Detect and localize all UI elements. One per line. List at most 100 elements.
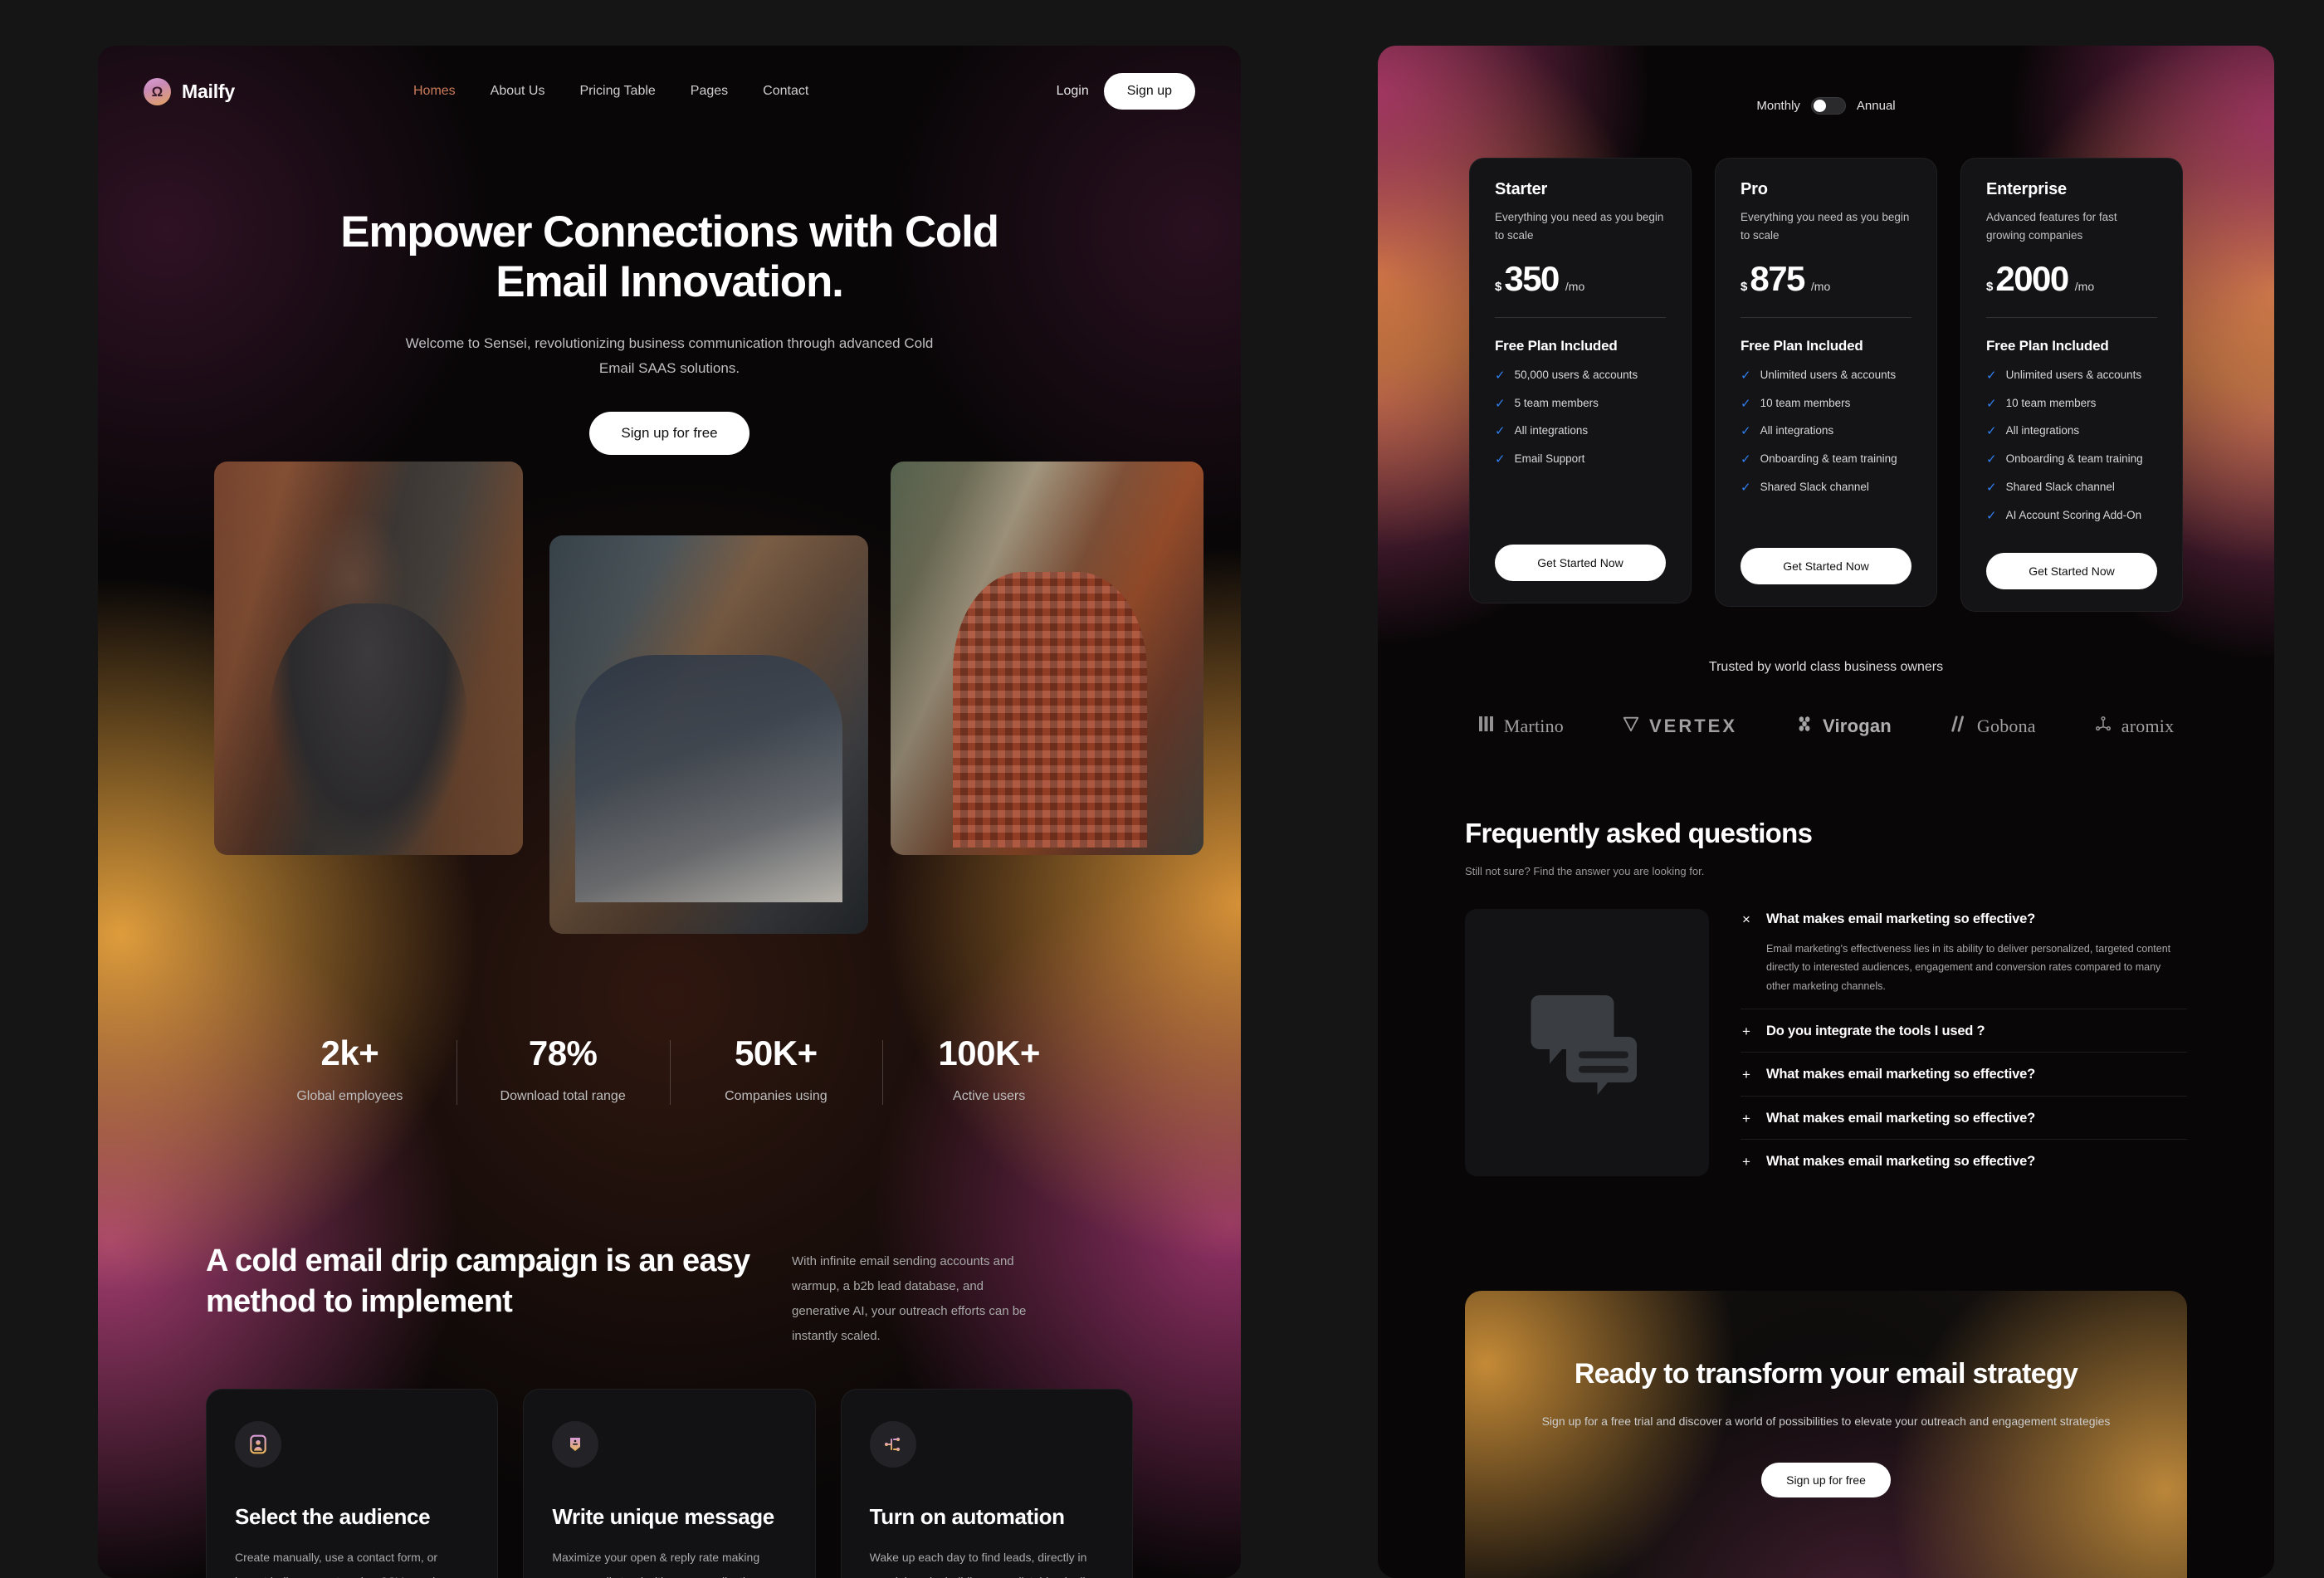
trusted-by-section: Trusted by world class business owners M… — [1378, 660, 2274, 737]
price-amount: 350 — [1504, 258, 1560, 298]
feature-card-write-message[interactable]: Write unique message Maximize your open … — [523, 1389, 816, 1578]
plan-feature: ✓ AI Account Scoring Add-On — [1986, 509, 2157, 523]
faq-question-row[interactable]: × What makes email marketing so effectiv… — [1741, 911, 2187, 928]
nav-actions: Login Sign up — [1057, 73, 1195, 110]
hero-signup-free-button[interactable]: Sign up for free — [589, 412, 749, 456]
price-period: /mo — [1810, 279, 1831, 293]
landing-page-panel: Ω Mailfy Homes About Us Pricing Table Pa… — [98, 46, 1241, 1578]
plan-name: Pro — [1741, 180, 1768, 198]
nav-item-pages[interactable]: Pages — [691, 84, 728, 99]
faq-question-label: What makes email marketing so effective? — [1766, 1067, 2035, 1082]
logo-aromix: aromix — [2094, 715, 2175, 737]
plan-spacer — [1741, 495, 1911, 523]
check-icon: ✓ — [1986, 509, 1997, 524]
plan-price: $ 2000 /mo — [1986, 261, 2157, 296]
check-icon: ✓ — [1741, 396, 1751, 411]
signup-button[interactable]: Sign up — [1103, 73, 1195, 110]
stat-value: 2k+ — [320, 1033, 379, 1072]
user-card-icon — [235, 1421, 281, 1468]
faq-question-label: What makes email marketing so effective? — [1766, 911, 2035, 926]
check-icon: ✓ — [1986, 396, 1997, 411]
billing-monthly-label[interactable]: Monthly — [1756, 99, 1800, 113]
faq-item: + Do you integrate the tools I used ? — [1741, 1009, 2187, 1053]
toggle-knob — [1813, 100, 1826, 112]
plan-feature-label: Shared Slack channel — [2005, 481, 2115, 494]
faq-item: + What makes email marketing so effectiv… — [1741, 1097, 2187, 1141]
stat-label: Global employees — [296, 1089, 403, 1103]
logo-martino: Martino — [1478, 715, 1564, 737]
faq-subtitle: Still not sure? Find the answer you are … — [1465, 865, 1705, 877]
nav-item-about-us[interactable]: About Us — [491, 84, 545, 99]
drip-campaign-section: A cold email drip campaign is an easy me… — [98, 1241, 1241, 1349]
cta-signup-free-button[interactable]: Sign up for free — [1761, 1463, 1891, 1498]
login-link[interactable]: Login — [1057, 84, 1089, 99]
site-navbar: Ω Mailfy Homes About Us Pricing Table Pa… — [98, 46, 1241, 137]
page-root: Ω Mailfy Homes About Us Pricing Table Pa… — [0, 0, 2324, 1578]
plan-description: Everything you need as you begin to scal… — [1741, 211, 1910, 242]
plan-name: Enterprise — [1986, 180, 2067, 198]
plan-feature-label: Onboarding & team training — [2005, 452, 2143, 466]
billing-toggle[interactable] — [1810, 97, 1846, 115]
question-chat-bubbles-icon — [1521, 975, 1653, 1111]
stat-value: 50K+ — [735, 1033, 818, 1072]
check-icon: ✓ — [1741, 424, 1751, 439]
get-started-button[interactable]: Get Started Now — [1495, 545, 1666, 582]
cta-banner: Ready to transform your email strategy S… — [1465, 1291, 2187, 1578]
plan-feature: ✓ 50,000 users & accounts — [1495, 369, 1666, 383]
faq-illustration — [1465, 909, 1709, 1176]
plan-feature: ✓ All integrations — [1986, 424, 2157, 438]
omega-logo-icon: Ω — [144, 77, 171, 105]
get-started-button[interactable]: Get Started Now — [1986, 552, 2157, 589]
faq-question-label: What makes email marketing so effective? — [1766, 1154, 2035, 1170]
get-started-button[interactable]: Get Started Now — [1741, 548, 1911, 585]
feature-card-title: Turn on automation — [869, 1504, 1065, 1529]
nav-item-pricing-table[interactable]: Pricing Table — [579, 84, 655, 99]
plan-feature: ✓ All integrations — [1741, 424, 1911, 438]
plan-feature-label: AI Account Scoring Add-On — [2005, 509, 2142, 522]
currency-symbol: $ — [1495, 279, 1502, 294]
logo-vertex: VERTEX — [1622, 715, 1737, 737]
price-amount: 875 — [1750, 258, 1805, 298]
billing-period-switcher: Monthly Annual — [1378, 97, 2274, 115]
logo-label: Gobona — [1976, 715, 2036, 736]
faq-question-row[interactable]: + What makes email marketing so effectiv… — [1741, 1067, 2187, 1083]
plan-feature: ✓ All integrations — [1495, 424, 1666, 438]
faq-question-row[interactable]: + What makes email marketing so effectiv… — [1741, 1154, 2187, 1170]
plan-card-enterprise: Enterprise Advanced features for fast gr… — [1960, 158, 2183, 612]
stat-active-users: 100K+ Active users — [882, 1033, 1096, 1105]
faq-question-label: What makes email marketing so effective? — [1766, 1110, 2035, 1126]
plan-feature-label: 5 team members — [1514, 396, 1599, 409]
hero-subtitle: Welcome to Sensei, revolutionizing busin… — [405, 335, 934, 376]
plan-included-heading: Free Plan Included — [1741, 337, 1863, 354]
feature-card-select-audience[interactable]: Select the audience Create manually, use… — [206, 1389, 499, 1578]
faq-question-row[interactable]: + Do you integrate the tools I used ? — [1741, 1024, 2187, 1040]
automation-flow-icon — [869, 1421, 916, 1468]
plus-icon: + — [1742, 1023, 1750, 1039]
plan-feature-label: Email Support — [1514, 452, 1585, 466]
plan-included-heading: Free Plan Included — [1986, 337, 2109, 354]
plan-feature: ✓ 5 team members — [1495, 397, 1666, 411]
nav-item-homes[interactable]: Homes — [413, 84, 456, 99]
cta-subtitle: Sign up for a free trial and discover a … — [1541, 1414, 2111, 1429]
plan-feature-label: All integrations — [2005, 424, 2080, 437]
billing-annual-label[interactable]: Annual — [1857, 99, 1896, 113]
nav-item-contact[interactable]: Contact — [763, 84, 808, 99]
faq-question-row[interactable]: + What makes email marketing so effectiv… — [1741, 1111, 2187, 1127]
plus-icon: + — [1742, 1154, 1750, 1170]
feature-card-automation[interactable]: Turn on automation Wake up each day to f… — [840, 1389, 1133, 1578]
pricing-page-panel: Monthly Annual Starter Everything you ne… — [1378, 46, 2274, 1578]
brand-logo[interactable]: Ω Mailfy — [144, 77, 235, 105]
logo-label: Virogan — [1823, 715, 1892, 736]
feature-card-body: Wake up each day to find leads, directly… — [869, 1551, 1101, 1578]
hero-photo-businessman — [214, 462, 523, 855]
check-icon: ✓ — [1741, 452, 1751, 467]
stat-label: Companies using — [725, 1089, 828, 1103]
currency-symbol: $ — [1741, 279, 1748, 294]
price-period: /mo — [2074, 279, 2095, 293]
check-icon: ✓ — [1495, 396, 1506, 411]
plan-spacer — [1986, 523, 2157, 528]
plan-feature: ✓ 10 team members — [1741, 397, 1911, 411]
triangle-mark-icon — [1622, 715, 1640, 737]
stat-label: Download total range — [500, 1089, 626, 1103]
plan-card-pro: Pro Everything you need as you begin to … — [1715, 158, 1937, 608]
